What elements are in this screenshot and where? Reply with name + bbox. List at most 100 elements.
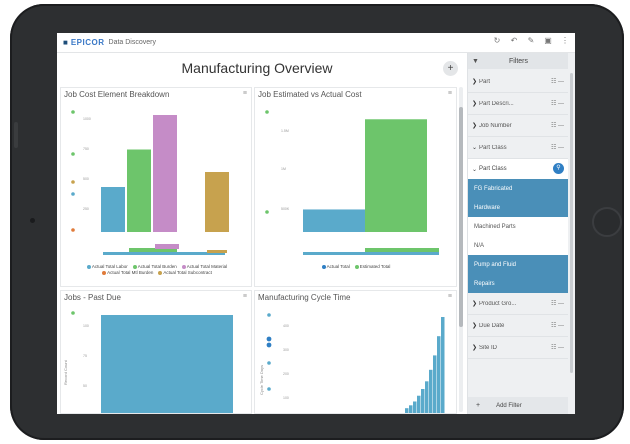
axis-marker	[71, 192, 75, 196]
top-bar: ■ EPICOR Data Discovery ↻ ↶ ✎ ▣ ⋮	[57, 33, 575, 53]
search-icon[interactable]: ⚲	[553, 163, 564, 174]
chart-jobs-past-due: Record Count 100 75 50	[63, 311, 233, 413]
save-icon[interactable]: ▣	[544, 36, 552, 45]
filters-panel: ▼ Filters ❯ Part ☷ — ❯ Part Descri... ☷ …	[467, 53, 575, 414]
bars	[101, 115, 229, 232]
side-button	[14, 122, 18, 148]
bar-cycle-time	[417, 395, 421, 413]
undo-icon[interactable]: ↶	[510, 36, 518, 45]
bar-cycle-time	[405, 408, 409, 413]
range-bar-green	[365, 248, 439, 252]
filters-title: Filters	[508, 57, 528, 65]
chevron-right-icon[interactable]: ❯	[472, 100, 479, 107]
filter-options-icon[interactable]: ☷ —	[551, 78, 564, 85]
option-fg-fabricated[interactable]: FG Fabricated	[468, 179, 568, 198]
chevron-down-icon[interactable]: ⌄	[472, 166, 479, 173]
scrollbar-thumb[interactable]	[459, 107, 463, 327]
tick-label: 75	[83, 354, 87, 358]
add-widget-button[interactable]: +	[443, 61, 458, 76]
subheader-label: Part Class	[479, 166, 507, 172]
filter-label: Job Number	[479, 122, 512, 129]
tick-label: 750	[83, 147, 89, 151]
filter-item-job-number[interactable]: ❯ Job Number ☷ —	[468, 115, 568, 137]
filter-label: Site ID	[479, 344, 498, 351]
option-machined-parts[interactable]: Machined Parts	[468, 217, 568, 236]
chevron-down-icon[interactable]: ⌄	[472, 144, 479, 151]
filter-options-icon[interactable]: ☷ —	[551, 100, 564, 107]
bars	[101, 315, 233, 413]
y-axis-label: Record Count	[63, 359, 68, 385]
legend-item: Actual Total Labor	[86, 264, 128, 269]
filter-item-product-group[interactable]: ❯ Product Gro... ☷ —	[468, 293, 568, 315]
legend-item: Actual Total	[321, 264, 350, 269]
axis-marker	[71, 110, 75, 114]
bar-cycle-time	[409, 405, 413, 413]
home-icon[interactable]: ■	[63, 38, 68, 47]
chart-manufacturing-cycle-time: Cycle Time Days 400 300 200 100	[259, 313, 445, 413]
tick-label: 400	[283, 324, 289, 328]
tick-label: 500K	[281, 207, 290, 211]
bars	[303, 119, 427, 232]
option-repairs[interactable]: Repairs	[468, 274, 568, 293]
filters-scrollbar[interactable]	[570, 73, 573, 373]
axis-marker	[267, 361, 271, 365]
add-filter-button[interactable]: + Add Filter	[468, 397, 568, 414]
chart-job-cost-breakdown: 1000 750 500 250	[71, 110, 229, 255]
filter-options-icon[interactable]: ☷ —	[551, 344, 564, 351]
tick-label: 50	[83, 384, 87, 388]
tick-label: 200	[283, 372, 289, 376]
more-icon[interactable]: ⋮	[561, 36, 569, 45]
range-bar-blue	[303, 252, 439, 255]
home-button[interactable]	[592, 207, 622, 237]
panel-title: Manufacturing Cycle Time	[258, 293, 351, 302]
range-bar-purple	[155, 244, 179, 249]
tick-label: 100	[283, 396, 289, 400]
option-na[interactable]: N/A	[468, 236, 568, 255]
filter-list: ❯ Part ☷ — ❯ Part Descri... ☷ — ❯ Job Nu…	[468, 71, 568, 359]
part-class-subheader[interactable]: ⌄ Part Class ⚲	[468, 159, 568, 179]
tick-label: 1M	[281, 167, 286, 171]
panel-job-estimated-vs-actual: Job Estimated vs Actual Cost ≡ 1.5M 1M 5…	[254, 87, 457, 287]
filter-item-site-id[interactable]: ❯ Site ID ☷ —	[468, 337, 568, 359]
chevron-right-icon[interactable]: ❯	[472, 300, 479, 307]
filter-item-due-date[interactable]: ❯ Due Date ☷ —	[468, 315, 568, 337]
chevron-right-icon[interactable]: ❯	[472, 122, 479, 129]
panel-menu-icon[interactable]: ≡	[448, 293, 452, 300]
chevron-right-icon[interactable]: ❯	[472, 78, 479, 85]
filter-item-part[interactable]: ❯ Part ☷ —	[468, 71, 568, 93]
panel-menu-icon[interactable]: ≡	[243, 293, 247, 300]
filter-options-icon[interactable]: ☷ —	[551, 300, 564, 307]
filter-funnel-icon[interactable]: ▼	[472, 58, 479, 65]
panel-title: Jobs - Past Due	[64, 293, 121, 302]
camera	[30, 218, 35, 223]
panel-menu-icon[interactable]: ≡	[448, 90, 452, 97]
bar-actual-total-labor	[101, 187, 125, 232]
refresh-icon[interactable]: ↻	[493, 36, 501, 45]
option-hardware[interactable]: Hardware	[468, 198, 568, 217]
filter-item-part-class[interactable]: ⌄ Part Class ☷ —	[468, 137, 568, 159]
y-axis-dots	[265, 110, 269, 214]
filter-label: Part Class	[479, 144, 507, 151]
filter-options-icon[interactable]: ☷ —	[551, 144, 564, 151]
filter-options-icon[interactable]: ☷ —	[551, 122, 564, 129]
axis-marker	[266, 336, 272, 342]
tick-label: 1.5M	[281, 129, 289, 133]
axis-marker	[265, 110, 269, 114]
toolbar-icons: ↻ ↶ ✎ ▣ ⋮	[493, 36, 569, 45]
panel-menu-icon[interactable]: ≡	[243, 90, 247, 97]
legend-item: Actual Total Burden	[132, 264, 177, 269]
dashboard-main: Manufacturing Overview + Job Cost Elemen…	[57, 53, 467, 414]
option-pump-and-fluid[interactable]: Pump and Fluid	[468, 255, 568, 274]
edit-icon[interactable]: ✎	[527, 36, 535, 45]
filter-label: Part	[479, 78, 491, 85]
axis-marker	[71, 180, 75, 184]
axis-marker	[71, 152, 75, 156]
axis-marker	[71, 228, 75, 232]
tick-label: 300	[283, 348, 289, 352]
chevron-right-icon[interactable]: ❯	[472, 322, 479, 329]
filter-options-icon[interactable]: ☷ —	[551, 322, 564, 329]
axis-marker	[71, 311, 75, 315]
filter-item-part-description[interactable]: ❯ Part Descri... ☷ —	[468, 93, 568, 115]
dashboard-scrollbar[interactable]	[459, 87, 463, 412]
chevron-right-icon[interactable]: ❯	[472, 344, 479, 351]
